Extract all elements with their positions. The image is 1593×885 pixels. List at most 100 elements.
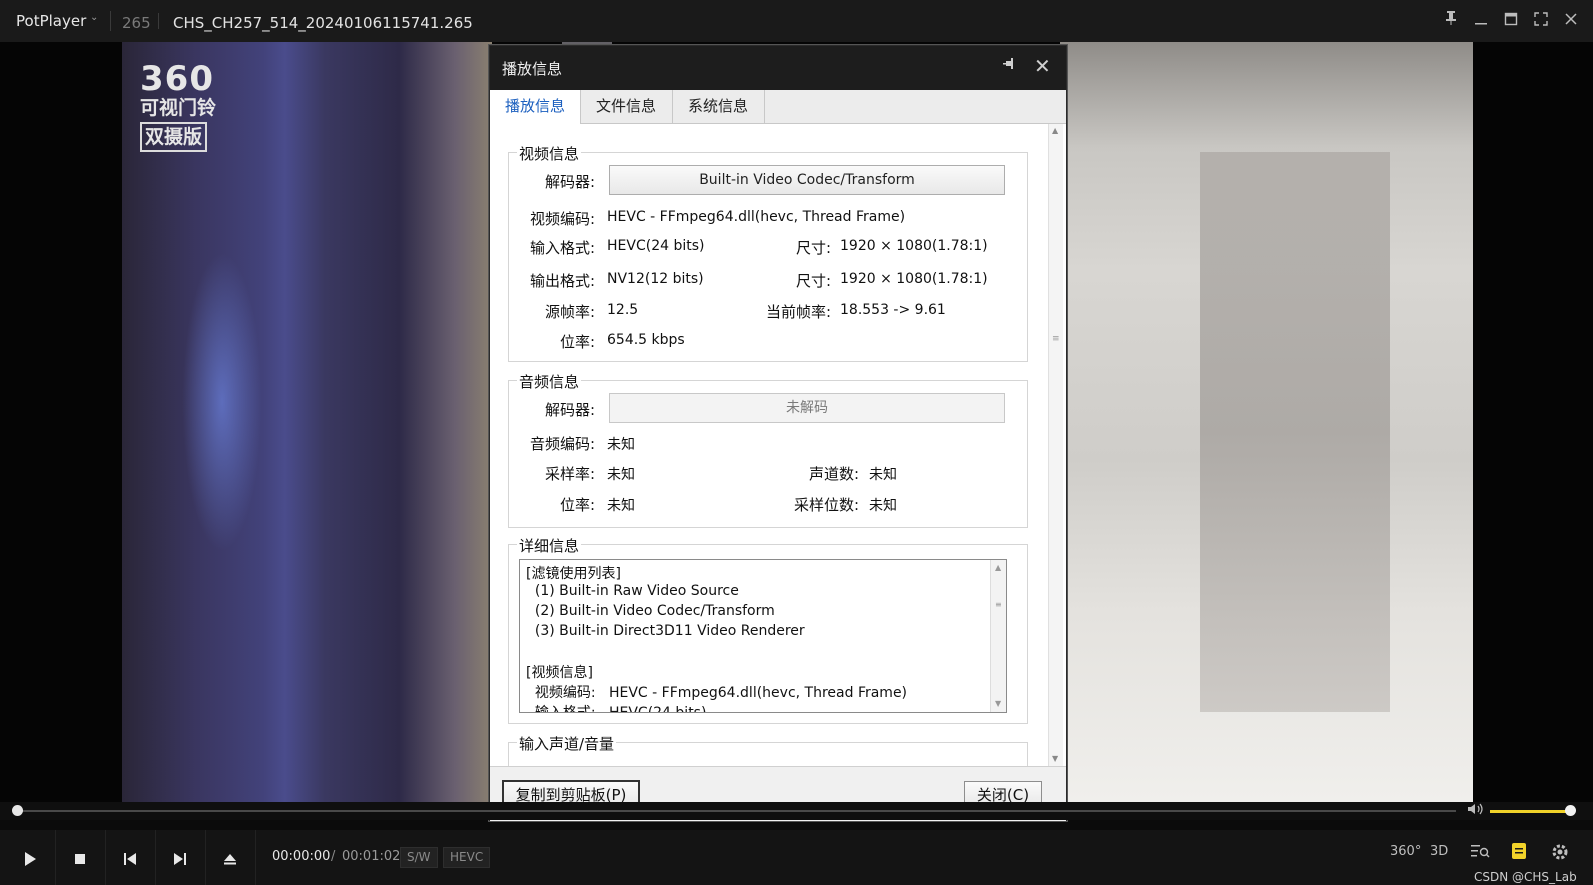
dialog-title-bar[interactable]: 播放信息 ✕ [490, 46, 1066, 90]
audio-info-group: 音频信息 解码器: 未解码 音频编码: 未知 采样率: 未知 声道数: 未知 位… [508, 371, 1028, 528]
input-size-value: 1920 × 1080(1.78:1) [840, 238, 988, 254]
skip-next-button[interactable] [155, 830, 206, 885]
file-title: CHS_CH257_514_20240106115741.265 [173, 14, 473, 32]
camera-logo: 360 可视门铃 双摄版 [140, 62, 216, 152]
total-duration: 00:01:02 [342, 849, 401, 864]
tab-file-info[interactable]: 文件信息 [580, 90, 673, 123]
minimize-icon[interactable] [1468, 8, 1494, 34]
file-number: 265 [122, 14, 151, 32]
scroll-thumb[interactable]: ≡ [1052, 334, 1060, 348]
current-fps-value: 18.553 -> 9.61 [840, 302, 946, 318]
video-info-title: 视频信息 [517, 143, 582, 164]
video-frame-right [1060, 42, 1473, 802]
codec-badge[interactable]: HEVC [443, 847, 491, 868]
detail-line: (1) Built-in Raw Video Source [526, 583, 739, 599]
fullscreen-icon[interactable] [1528, 8, 1554, 34]
detail-line: 视频编码: HEVC - FFmpeg64.dll(hevc, Thread F… [526, 685, 908, 701]
dialog-scrollbar[interactable]: ▲ ≡ ▼ [1048, 124, 1063, 766]
close-icon[interactable]: ✕ [1034, 54, 1051, 78]
audio-decoder-label: 解码器: [544, 401, 595, 419]
seek-bar[interactable] [0, 802, 1593, 820]
detail-info-title: 详细信息 [517, 535, 582, 556]
search-list-icon[interactable] [1470, 842, 1490, 864]
video-codec-label: 视频编码: [529, 210, 595, 228]
vr360-button[interactable]: 360° [1390, 844, 1421, 859]
play-button[interactable] [5, 830, 56, 885]
seek-track[interactable] [18, 810, 1456, 812]
detail-line: [视频信息] [526, 665, 593, 681]
detail-line: [滤镜使用列表] [526, 566, 621, 582]
detail-line: 输入格式: HEVC(24 bits) [526, 705, 707, 713]
video-codec-value: HEVC - FFmpeg64.dll(hevc, Thread Frame) [607, 209, 906, 225]
detail-scrollbar[interactable]: ▲ ≡ ▼ [990, 560, 1006, 712]
volume-icon[interactable] [1467, 802, 1485, 820]
input-channel-title: 输入声道/音量 [517, 733, 617, 754]
audio-bitrate-label: 位率: [559, 496, 595, 514]
detail-line: (3) Built-in Direct3D11 Video Renderer [526, 623, 805, 639]
logo-text-line2: 可视门铃 [140, 97, 217, 119]
title-bar: PotPlayer ⌄ 265 CHS_CH257_514_2024010611… [0, 0, 1593, 42]
volume-track[interactable] [1490, 810, 1570, 813]
time-separator: / [331, 849, 336, 864]
samplerate-value: 未知 [607, 467, 635, 483]
pin-icon[interactable] [1438, 8, 1464, 34]
3d-button[interactable]: 3D [1430, 844, 1448, 859]
output-size-value: 1920 × 1080(1.78:1) [840, 271, 988, 287]
logo-text-360: 360 [140, 59, 214, 99]
eject-button[interactable] [205, 830, 256, 885]
channels-value: 未知 [869, 467, 897, 483]
audio-bitrate-value: 未知 [607, 498, 635, 514]
tab-playback-info[interactable]: 播放信息 [490, 90, 581, 124]
divider [110, 11, 111, 31]
tab-bar: 播放信息 文件信息 系统信息 [490, 90, 1066, 124]
app-menu-button[interactable]: PotPlayer [16, 12, 86, 30]
decoder-mode-badge[interactable]: S/W [400, 847, 438, 868]
input-size-label: 尺寸: [795, 239, 831, 257]
control-bar: 00:00:00 / 00:01:02 S/W HEVC 360° 3D CSD… [0, 830, 1593, 885]
video-decoder-button[interactable]: Built-in Video Codec/Transform [609, 165, 1005, 195]
pin-icon[interactable] [1002, 56, 1018, 76]
source-fps-label: 源帧率: [544, 303, 595, 321]
samplerate-label: 采样率: [544, 465, 595, 483]
video-decoder-label: 解码器: [544, 173, 595, 191]
chevron-down-icon[interactable]: ⌄ [90, 12, 98, 23]
video-info-group: 视频信息 解码器: Built-in Video Codec/Transform… [508, 143, 1028, 362]
channels-label: 声道数: [808, 465, 859, 483]
logo-text-line3: 双摄版 [140, 122, 208, 152]
stop-button[interactable] [55, 830, 106, 885]
subtitle-icon[interactable] [1510, 842, 1528, 866]
detail-textarea[interactable]: [滤镜使用列表] (1) Built-in Raw Video Source (… [519, 559, 1007, 713]
sample-bits-value: 未知 [869, 498, 897, 514]
audio-info-title: 音频信息 [517, 371, 582, 392]
tab-system-info[interactable]: 系统信息 [672, 90, 765, 123]
detail-info-group: 详细信息 [滤镜使用列表] (1) Built-in Raw Video Sou… [508, 535, 1028, 724]
video-bitrate-value: 654.5 kbps [607, 332, 685, 348]
watermark: CSDN @CHS_Lab [1474, 870, 1577, 884]
video-light-streak [182, 252, 262, 552]
playback-info-dialog: 播放信息 ✕ 播放信息 文件信息 系统信息 视频信息 解码器: Built-in… [489, 45, 1067, 821]
skip-prev-button[interactable] [105, 830, 156, 885]
dialog-title: 播放信息 [502, 60, 563, 78]
output-format-label: 输出格式: [529, 272, 595, 290]
dialog-content: 视频信息 解码器: Built-in Video Codec/Transform… [490, 124, 1066, 766]
input-format-value: HEVC(24 bits) [607, 238, 705, 254]
input-format-label: 输入格式: [529, 239, 595, 257]
current-fps-label: 当前帧率: [765, 303, 831, 321]
detail-line: (2) Built-in Video Codec/Transform [526, 603, 775, 619]
video-frame-left [122, 42, 612, 802]
gear-icon[interactable] [1550, 842, 1570, 866]
video-pixelated-figure [1200, 152, 1390, 712]
maximize-icon[interactable] [1498, 8, 1524, 34]
seek-handle[interactable] [12, 805, 23, 816]
close-icon[interactable] [1558, 8, 1584, 34]
divider [158, 13, 159, 29]
audio-codec-value: 未知 [607, 437, 635, 453]
input-channel-group: 输入声道/音量 [508, 733, 1028, 766]
video-bitrate-label: 位率: [559, 333, 595, 351]
volume-handle[interactable] [1565, 805, 1576, 816]
sample-bits-label: 采样位数: [793, 496, 859, 514]
output-format-value: NV12(12 bits) [607, 271, 704, 287]
audio-codec-label: 音频编码: [529, 435, 595, 453]
source-fps-value: 12.5 [607, 302, 639, 318]
audio-decoder-button[interactable]: 未解码 [609, 393, 1005, 423]
